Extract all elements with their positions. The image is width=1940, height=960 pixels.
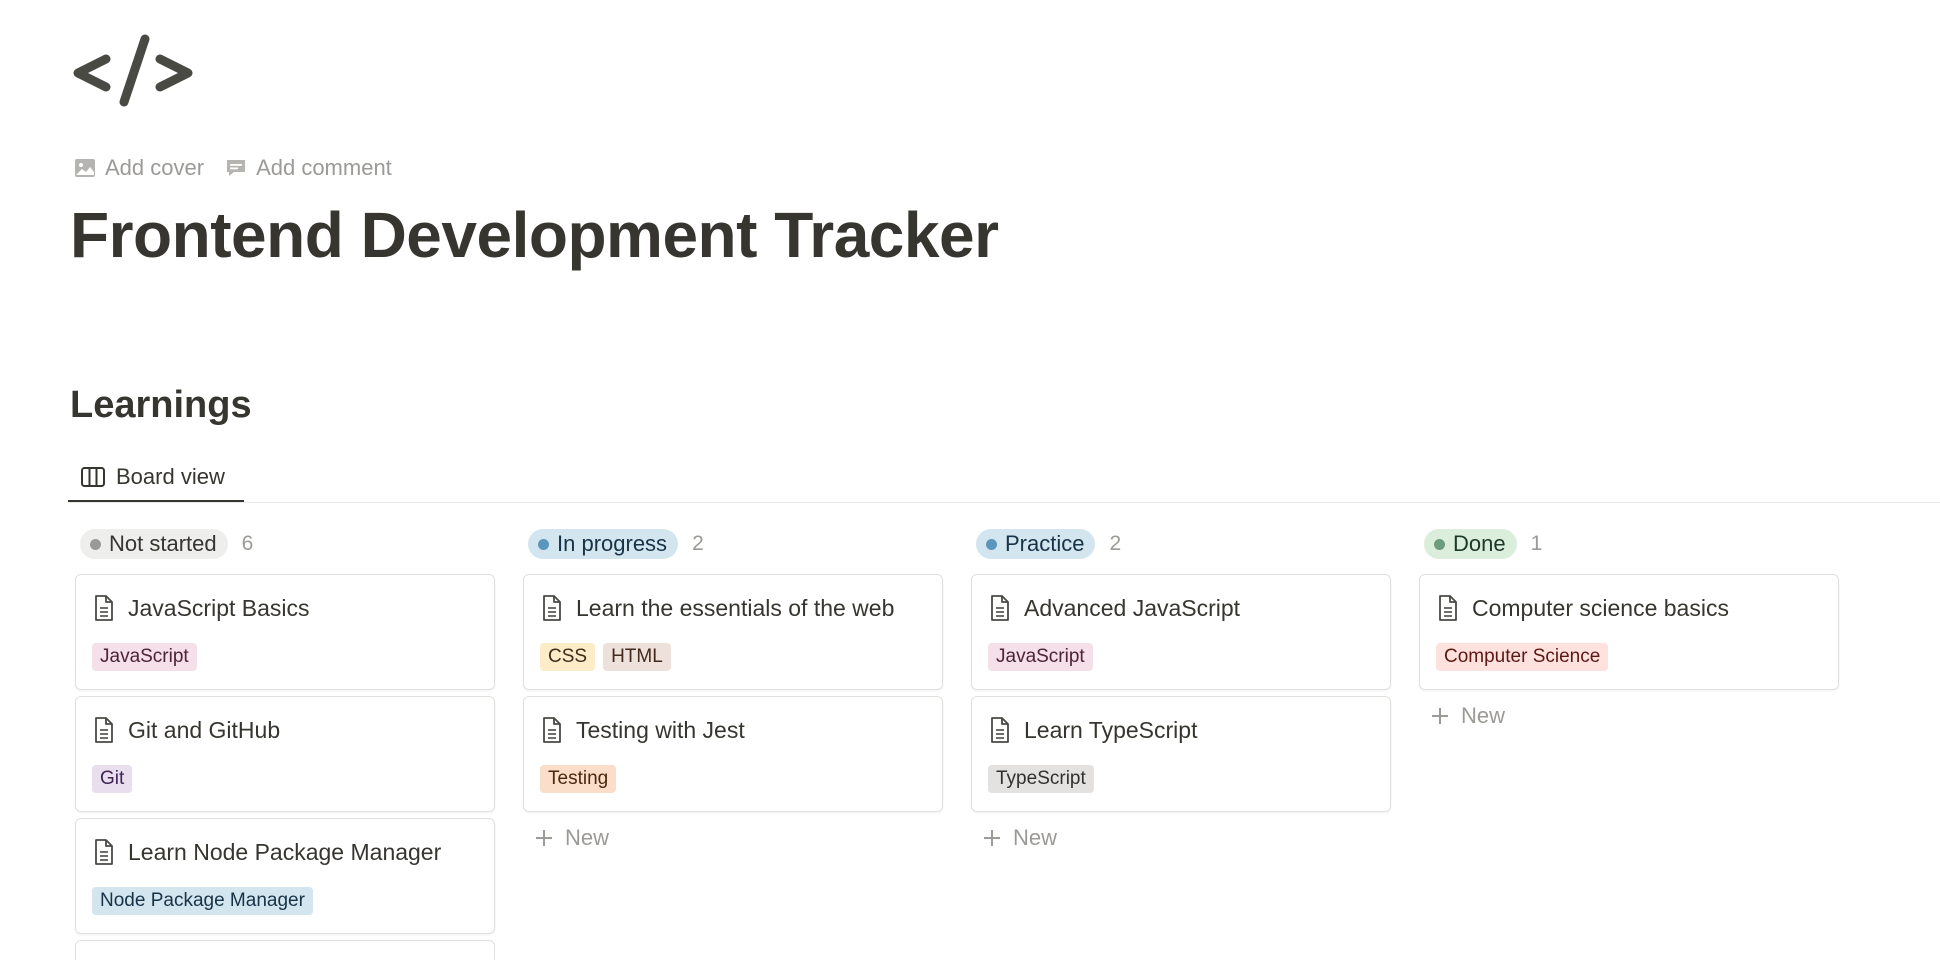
board-card[interactable]: Learn the essentials of the web CSS HTML [523, 574, 943, 690]
card-title-row: Testing with Jest [540, 715, 926, 745]
add-cover-label: Add cover [105, 155, 205, 180]
page-doc-icon [543, 595, 561, 621]
new-card-button[interactable]: New [971, 818, 1391, 858]
board-card[interactable]: Advanced JavaScript JavaScript [971, 574, 1391, 690]
card-title-row: Learn Node Package Manager [92, 837, 478, 867]
card-title-row: Computer science basics [1436, 593, 1822, 623]
board-icon [81, 467, 105, 487]
board-card[interactable]: Testing with Jest Testing [523, 696, 943, 812]
tag: JavaScript [92, 643, 197, 671]
code-icon[interactable] [72, 26, 194, 116]
add-cover-button[interactable]: Add cover [73, 155, 204, 181]
card-title-row: JavaScript Basics [92, 593, 478, 623]
card-tags: TypeScript [988, 765, 1374, 793]
card-title: Testing with Jest [576, 716, 745, 743]
card-tags: CSS HTML [540, 643, 926, 671]
board-column: Practice 2 Advanced JavaScript JavaScript Le… [971, 528, 1391, 858]
column-header: Done 1 [1424, 528, 1839, 560]
tag: Node Package Manager [92, 887, 313, 915]
column-count: 2 [692, 532, 704, 555]
card-tags: Node Package Manager [92, 887, 478, 915]
page-doc-icon [991, 595, 1009, 621]
plus-icon [536, 830, 552, 846]
add-comment-button[interactable]: Add comment [224, 155, 392, 181]
column-header: In progress 2 [528, 528, 943, 560]
status-pill[interactable]: In progress [528, 529, 679, 559]
board-column: Not started 6 JavaScript Basics JavaScript G… [75, 528, 495, 960]
status-label: In progress [557, 531, 668, 556]
page-doc-icon [95, 595, 113, 621]
tag: TypeScript [988, 765, 1094, 793]
page-title[interactable]: Frontend Development Tracker [70, 198, 999, 272]
card-title: Advanced JavaScript [1024, 594, 1241, 621]
status-pill[interactable]: Practice [976, 529, 1096, 559]
status-dot [1434, 538, 1445, 550]
board-column: In progress 2 Learn the essentials of the … [523, 528, 943, 858]
board-column: Done 1 Computer science basics Computer Sci… [1419, 528, 1839, 736]
page-actions: Add cover Add comment [73, 155, 392, 181]
comment-icon [227, 160, 246, 176]
column-header: Practice 2 [976, 528, 1391, 560]
column-count: 6 [241, 532, 254, 555]
tag: Testing [540, 765, 617, 793]
column-count: 2 [1109, 532, 1122, 555]
card-title: Computer science basics [1472, 594, 1729, 621]
status-label: Done [1453, 531, 1506, 556]
plus-icon [1432, 708, 1448, 724]
board-card[interactable]: Git and GitHub Git [75, 696, 495, 812]
tag: Computer Science [1436, 643, 1609, 671]
status-dot [90, 538, 101, 550]
page-doc-icon [991, 717, 1009, 743]
status-label: Practice [1005, 531, 1085, 556]
card-title-row: Learn the essentials of the web [540, 593, 926, 623]
status-dot [986, 538, 997, 550]
card-title: Learn TypeScript [1024, 716, 1198, 743]
card-tags: Testing [540, 765, 926, 793]
card-tags: JavaScript [988, 643, 1374, 671]
page-doc-icon [95, 717, 113, 743]
new-card-button[interactable]: New [1419, 696, 1839, 736]
view-tabs: Board view [68, 454, 1940, 503]
column-header: Not started 6 [80, 528, 495, 560]
tag: Git [92, 765, 133, 793]
card-title: Learn the essentials of the web [576, 594, 895, 621]
card-title: JavaScript Basics [128, 594, 310, 621]
board-card[interactable]: Learn Node Package Manager Node Package M… [75, 818, 495, 934]
status-pill[interactable]: Done [1424, 529, 1517, 559]
page-doc-icon [95, 839, 113, 865]
new-card-button[interactable]: New [523, 818, 943, 858]
add-comment-label: Add comment [256, 155, 392, 180]
card-tags: JavaScript [92, 643, 478, 671]
plus-icon [984, 830, 1000, 846]
tab-board-view[interactable]: Board view [68, 454, 244, 502]
tab-board-view-label: Board view [116, 464, 225, 489]
card-title-row: Git and GitHub [92, 715, 478, 745]
board-card[interactable]: Computer science basics Computer Science [1419, 574, 1839, 690]
tag: JavaScript [988, 643, 1093, 671]
image-icon [75, 159, 95, 177]
new-card-label: New [1013, 825, 1058, 850]
card-title: Git and GitHub [128, 716, 281, 743]
new-card-label: New [1461, 703, 1506, 728]
database-title[interactable]: Learnings [70, 384, 252, 427]
card-tags: Computer Science [1436, 643, 1822, 671]
page-doc-icon [1439, 595, 1457, 621]
column-count: 1 [1530, 532, 1543, 555]
status-pill[interactable]: Not started [80, 529, 228, 559]
board-card[interactable]: JavaScript Basics JavaScript [75, 574, 495, 690]
card-title-row: Learn TypeScript [988, 715, 1374, 745]
status-dot [538, 538, 549, 550]
card-tags: Git [92, 765, 478, 793]
card-title-row: Advanced JavaScript [988, 593, 1374, 623]
status-label: Not started [109, 531, 217, 556]
tag: HTML [603, 643, 671, 671]
tag: CSS [540, 643, 596, 671]
new-card-label: New [565, 825, 610, 850]
board-card[interactable] [75, 940, 495, 960]
card-title: Learn Node Package Manager [128, 838, 442, 865]
page-doc-icon [543, 717, 561, 743]
board-card[interactable]: Learn TypeScript TypeScript [971, 696, 1391, 812]
